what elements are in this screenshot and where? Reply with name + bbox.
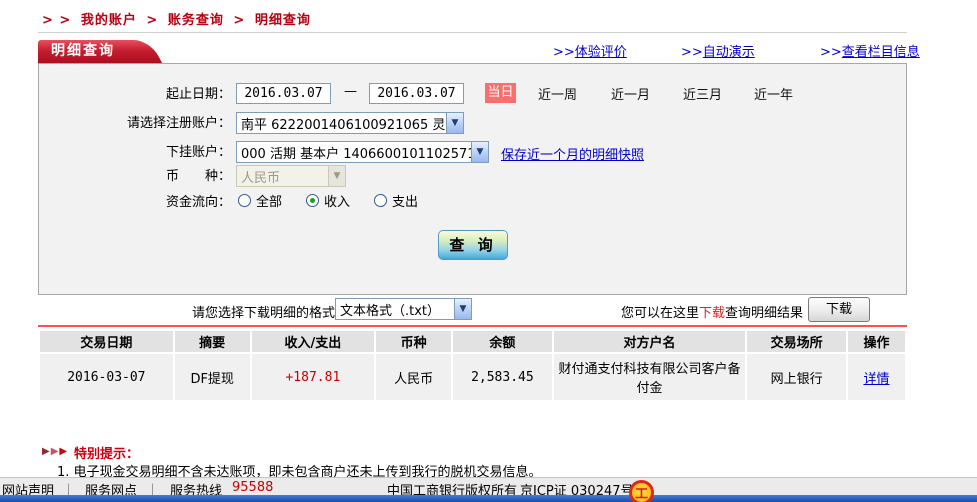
date-from-input[interactable] xyxy=(236,83,331,104)
chevron-down-icon[interactable]: ▼ xyxy=(471,142,488,162)
currency-select-disabled: 人民币 ▼ xyxy=(236,165,346,187)
sub-account-label: 下挂账户： xyxy=(39,141,231,160)
breadcrumb: > > 我的账户 > 账务查询 > 明细查询 xyxy=(42,9,315,28)
link-auto-demo[interactable]: >>自动演示 xyxy=(681,41,755,60)
link-arrow-prefix: >> xyxy=(553,45,575,60)
cell-currency: 人民币 xyxy=(376,354,451,400)
table-row: 2016-03-07 DF提现 +187.81 人民币 2,583.45 财付通… xyxy=(40,354,905,400)
register-account-select[interactable]: 南平 6222001406100921065 灵通卡 ▼ xyxy=(236,112,464,134)
download-hint-highlight: 下载 xyxy=(699,306,725,321)
download-hint-prefix: 您可以在这里 xyxy=(621,306,699,321)
quick-range-today-button[interactable]: 当日 xyxy=(485,83,516,103)
special-note-title: 特别提示： xyxy=(74,443,139,462)
breadcrumb-prefix-icon: > > xyxy=(42,13,71,28)
quick-range-year-button[interactable]: 近一年 xyxy=(754,84,793,103)
quick-range-week-button[interactable]: 近一周 xyxy=(538,84,577,103)
quick-range-quarter-button[interactable]: 近三月 xyxy=(683,84,722,103)
col-header-date: 交易日期 xyxy=(40,331,173,352)
table-top-divider xyxy=(38,325,907,327)
radio-icon[interactable] xyxy=(374,194,387,207)
col-header-summary: 摘要 xyxy=(175,331,250,352)
security-badge-icon: 工 xyxy=(629,480,654,502)
query-button[interactable]: 查 询 xyxy=(438,230,508,260)
triple-arrow-icon: ▶▶▶ xyxy=(42,446,68,457)
breadcrumb-item-detail-query[interactable]: 明细查询 xyxy=(255,13,311,28)
date-range-label: 起止日期： xyxy=(39,83,231,102)
col-header-counterparty: 对方户名 xyxy=(554,331,745,352)
footer-bar: 网站声明 ｜ 服务网点 ｜ 服务热线 95588 中国工商银行版权所有 京ICP… xyxy=(0,477,977,495)
breadcrumb-divider xyxy=(38,32,907,33)
download-format-select[interactable]: 文本格式（.txt） ▼ xyxy=(335,298,472,320)
col-header-action: 操作 xyxy=(848,331,905,352)
cell-action: 详情 xyxy=(848,354,905,400)
download-button[interactable]: 下载 xyxy=(808,297,870,322)
query-form-panel: 起止日期： — 当日 近一周 近一月 近三月 近一年 请选择注册账户： 南平 6… xyxy=(38,63,907,295)
col-header-amount: 收入/支出 xyxy=(252,331,375,352)
tab-detail-query: 明细查询 xyxy=(38,40,142,63)
register-account-label: 请选择注册账户： xyxy=(39,112,231,131)
detail-query-page: > > 我的账户 > 账务查询 > 明细查询 明细查询 >>体验评价 >>自动演… xyxy=(0,0,977,502)
chevron-down-icon[interactable]: ▼ xyxy=(446,113,463,133)
chevron-down-icon[interactable]: ▼ xyxy=(454,299,471,319)
col-header-balance: 余额 xyxy=(453,331,552,352)
detail-link[interactable]: 详情 xyxy=(863,372,889,387)
bottom-blue-bar xyxy=(0,495,977,502)
download-hint-suffix: 查询明细结果 xyxy=(725,306,803,321)
download-hint: 您可以在这里下载查询明细结果 xyxy=(621,302,803,321)
breadcrumb-item-account-query[interactable]: 账务查询 xyxy=(168,13,224,28)
radio-flow-expense-label: 支出 xyxy=(392,191,418,210)
link-experience-rating[interactable]: >>体验评价 xyxy=(553,41,627,60)
download-format-label: 请您选择下载明细的格式 xyxy=(192,302,335,321)
radio-flow-expense[interactable]: 支出 xyxy=(374,191,418,210)
cell-date: 2016-03-07 xyxy=(40,354,173,400)
col-header-currency: 币种 xyxy=(376,331,451,352)
save-snapshot-link[interactable]: 保存近一个月的明细快照 xyxy=(501,144,644,163)
sub-account-value: 000 活期 基本户 1406600101102571848 xyxy=(237,143,471,162)
sub-account-select[interactable]: 000 活期 基本户 1406600101102571848 ▼ xyxy=(236,141,489,163)
date-to-input[interactable] xyxy=(369,83,464,104)
radio-selected-icon[interactable] xyxy=(306,194,319,207)
radio-flow-income-label: 收入 xyxy=(324,191,350,210)
link-arrow-prefix: >> xyxy=(681,45,703,60)
currency-label: 币 种： xyxy=(39,165,231,184)
breadcrumb-separator: > xyxy=(233,13,245,28)
date-range-dash: — xyxy=(344,84,357,99)
breadcrumb-separator: > xyxy=(146,13,158,28)
download-format-value: 文本格式（.txt） xyxy=(336,300,454,319)
cell-channel: 网上银行 xyxy=(747,354,846,400)
link-arrow-prefix: >> xyxy=(820,45,842,60)
radio-icon[interactable] xyxy=(238,194,251,207)
transaction-table: 交易日期 摘要 收入/支出 币种 余额 对方户名 交易场所 操作 2016-03… xyxy=(38,329,907,402)
register-account-value: 南平 6222001406100921065 灵通卡 xyxy=(237,114,446,133)
cell-balance: 2,583.45 xyxy=(453,354,552,400)
chevron-down-icon: ▼ xyxy=(328,166,345,186)
cell-counterparty: 财付通支付科技有限公司客户备付金 xyxy=(554,354,745,400)
radio-flow-all[interactable]: 全部 xyxy=(238,191,282,210)
col-header-channel: 交易场所 xyxy=(747,331,846,352)
fund-flow-radio-group: 全部 收入 支出 xyxy=(238,191,442,210)
footer-hotline-number: 95588 xyxy=(232,480,273,495)
link-view-column-info[interactable]: >>查看栏目信息 xyxy=(820,41,920,60)
cell-summary: DF提现 xyxy=(175,354,250,400)
cell-amount: +187.81 xyxy=(252,354,375,400)
quick-range-month-button[interactable]: 近一月 xyxy=(611,84,650,103)
table-header-row: 交易日期 摘要 收入/支出 币种 余额 对方户名 交易场所 操作 xyxy=(40,331,905,352)
currency-value: 人民币 xyxy=(237,167,328,186)
breadcrumb-item-my-account[interactable]: 我的账户 xyxy=(81,13,137,28)
radio-flow-income[interactable]: 收入 xyxy=(306,191,350,210)
fund-flow-label: 资金流向： xyxy=(39,191,231,210)
radio-flow-all-label: 全部 xyxy=(256,191,282,210)
